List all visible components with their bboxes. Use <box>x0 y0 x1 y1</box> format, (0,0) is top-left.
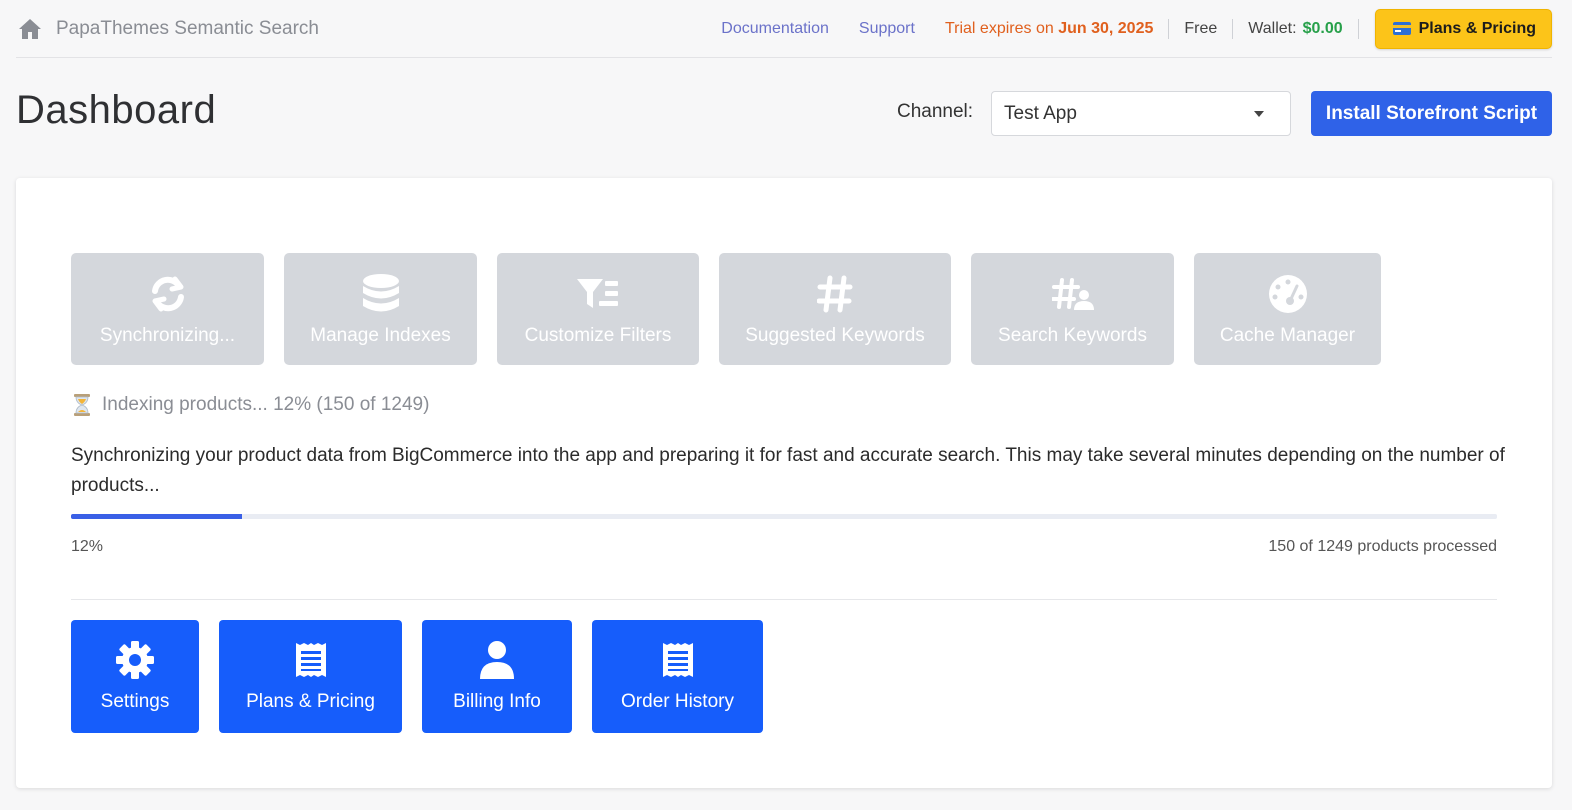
trial-notice: Trial expires on Jun 30, 2025 <box>945 20 1153 38</box>
top-right-nav: Documentation Support Trial expires on J… <box>721 8 1552 49</box>
hourglass-icon <box>73 394 91 416</box>
hashtag-icon <box>817 273 853 315</box>
tool-tile-synchronizing[interactable]: Synchronizing... <box>71 253 264 365</box>
dashboard-card: Synchronizing... Manage Indexes Customiz… <box>16 178 1552 788</box>
tool-tile-search-keywords[interactable]: Search Keywords <box>971 253 1174 365</box>
support-link[interactable]: Support <box>859 20 915 38</box>
tool-tile-label: Synchronizing... <box>99 325 236 346</box>
wallet-value: $0.00 <box>1302 19 1343 37</box>
sync-progress-bar <box>71 514 1497 519</box>
app-title: PapaThemes Semantic Search <box>56 17 319 39</box>
tool-tile-label: Manage Indexes <box>310 325 451 346</box>
channel-value: Test App <box>1004 102 1077 124</box>
tool-tile-label: Search Keywords <box>998 325 1147 346</box>
gauge-icon <box>1268 273 1308 315</box>
action-tile-label: Billing Info <box>453 691 541 712</box>
wallet-label: Wallet: <box>1248 19 1297 37</box>
receipt-icon <box>295 639 327 681</box>
plans-pricing-label: Plans & Pricing <box>1418 19 1536 37</box>
action-tile-label: Order History <box>621 691 734 712</box>
tool-tile-suggested-keywords[interactable]: Suggested Keywords <box>719 253 951 365</box>
tool-tile-label: Cache Manager <box>1219 325 1356 346</box>
progress-percent: 12% <box>71 538 104 555</box>
trial-prefix: Trial expires on <box>944 19 1054 37</box>
channel-label: Channel: <box>897 101 974 122</box>
trial-date: Jun 30, 2025 <box>1058 19 1154 37</box>
database-icon <box>362 273 400 315</box>
progress-count: 150 of 1249 products processed <box>1268 538 1497 555</box>
plan-label: Free <box>1184 19 1218 37</box>
tool-tile-cache-manager[interactable]: Cache Manager <box>1194 253 1381 365</box>
page-title: Dashboard <box>16 88 217 132</box>
documentation-link[interactable]: Documentation <box>721 20 829 38</box>
home-icon[interactable] <box>18 17 44 41</box>
channel-select[interactable]: Test App <box>991 91 1291 136</box>
action-tile-plans-pricing[interactable]: Plans & Pricing <box>219 620 402 733</box>
hashtag-user-icon <box>1051 273 1094 315</box>
sync-description: Synchronizing your product data from Big… <box>71 445 1505 496</box>
sync-icon <box>148 273 188 315</box>
divider <box>1357 18 1359 39</box>
action-tile-label: Settings <box>100 691 170 712</box>
divider <box>1232 18 1234 39</box>
top-bar: PapaThemes Semantic Search Documentation… <box>16 0 1552 58</box>
user-icon <box>479 639 515 681</box>
gear-icon <box>115 639 155 681</box>
action-tile-order-history[interactable]: Order History <box>592 620 763 733</box>
section-divider <box>71 599 1497 600</box>
receipt-icon <box>662 639 694 681</box>
caret-down-icon <box>1254 110 1264 117</box>
plans-pricing-button[interactable]: Plans & Pricing <box>1374 8 1552 49</box>
wallet: Wallet: $0.00 <box>1248 20 1342 38</box>
sync-progress-fill <box>71 514 243 519</box>
credit-card-icon <box>1392 22 1411 35</box>
filter-icon <box>577 273 619 315</box>
divider <box>1168 18 1170 39</box>
tool-tile-label: Suggested Keywords <box>745 325 925 346</box>
action-tile-billing-info[interactable]: Billing Info <box>422 620 572 733</box>
action-tile-label: Plans & Pricing <box>246 691 375 712</box>
action-tile-settings[interactable]: Settings <box>71 620 199 733</box>
tool-tile-customize-filters[interactable]: Customize Filters <box>497 253 699 365</box>
tool-tile-label: Customize Filters <box>524 325 672 346</box>
sync-status: Indexing products... 12% (150 of 1249) <box>73 394 429 416</box>
sync-status-text: Indexing products... 12% (150 of 1249) <box>102 394 430 415</box>
install-storefront-script-button[interactable]: Install Storefront Script <box>1311 91 1552 136</box>
tool-tile-manage-indexes[interactable]: Manage Indexes <box>284 253 477 365</box>
